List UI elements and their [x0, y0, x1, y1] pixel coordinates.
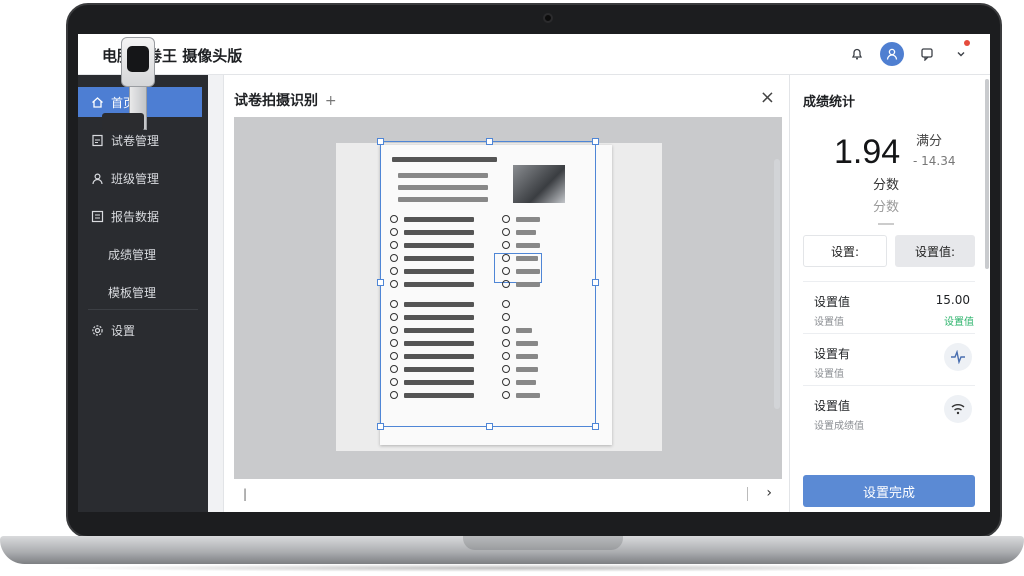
viewer-scrollbar[interactable]: [774, 159, 780, 409]
sidebar-item-label: 报告数据: [111, 209, 160, 224]
list-item-title: 设置有: [814, 347, 851, 361]
score-full-label: 满分: [916, 134, 943, 149]
top-bar: 电脑阅卷王 摄像头版: [78, 34, 990, 75]
scan-panel: 试卷拍摄识别 + × | ›: [224, 75, 789, 512]
next-page-icon[interactable]: ›: [766, 485, 772, 501]
crop-handle[interactable]: [377, 423, 384, 430]
list-divider: [803, 281, 975, 282]
page-indicator: |: [243, 487, 248, 501]
sidebar-item-label: 模板管理: [108, 285, 157, 300]
laptop-shadow: [40, 564, 984, 572]
page-separator: [747, 487, 748, 501]
list-item-subtitle: 设置成绩值: [814, 421, 864, 432]
gear-icon: [90, 323, 104, 337]
sidebar-item-settings[interactable]: 设置: [78, 315, 202, 345]
top-icons: [846, 42, 972, 66]
score-panel-title: 成绩统计: [803, 95, 856, 110]
add-icon[interactable]: +: [325, 93, 337, 109]
paper-header: [398, 197, 488, 202]
crop-handle[interactable]: [486, 138, 493, 145]
home-icon: [90, 95, 104, 109]
crop-handle[interactable]: [592, 138, 599, 145]
crop-handle[interactable]: [592, 423, 599, 430]
question-row: [390, 228, 536, 236]
question-row: [390, 241, 540, 249]
sidebar-item-label: 设置: [111, 323, 136, 338]
score-panel-scrollbar[interactable]: [985, 79, 989, 269]
sidebar-item-label: 班级管理: [111, 171, 160, 186]
question-row: [390, 391, 540, 399]
user-icon: [90, 171, 104, 185]
score-panel: 成绩统计 1.94 满分 - 14.34 分数 分数 设置: 设置值: 设置值 …: [789, 75, 990, 512]
sidebar-scroll-strip: [208, 75, 224, 512]
webcam: [543, 13, 553, 23]
laptop-scene: 电脑阅卷王 摄像头版 首页 试卷管理 班级管理 报告数据 成绩管理 模板管理 设…: [0, 0, 1024, 576]
paper-header: [398, 185, 488, 190]
list-divider: [803, 385, 975, 386]
question-row: [390, 267, 540, 275]
sidebar-item-scores[interactable]: 成绩管理: [78, 239, 202, 269]
list-divider: [803, 333, 975, 334]
sidebar-item-label: 试卷管理: [111, 133, 160, 148]
sidebar: 首页 试卷管理 班级管理 报告数据 成绩管理 模板管理 设置: [78, 75, 208, 512]
close-icon[interactable]: ×: [760, 87, 775, 108]
score-label: 分数: [873, 178, 900, 193]
question-row: [390, 339, 538, 347]
bell-icon[interactable]: [846, 43, 868, 65]
question-row: [390, 326, 532, 334]
settings-button[interactable]: 设置:: [803, 235, 887, 267]
camera-clip: [102, 113, 144, 131]
question-row: [390, 378, 536, 386]
user-avatar-icon[interactable]: [880, 42, 904, 66]
list-item-value: 15.00: [935, 293, 970, 307]
question-row: [390, 313, 510, 321]
list-item-title: 设置值: [814, 399, 851, 413]
list-item-subtitle: 设置值: [814, 369, 844, 380]
document-camera: [121, 37, 155, 87]
score-delta: - 14.34: [913, 154, 956, 168]
sidebar-item-templates[interactable]: 模板管理: [78, 277, 202, 307]
crop-handle[interactable]: [486, 423, 493, 430]
settings-value-button[interactable]: 设置值:: [895, 235, 975, 267]
question-row: [390, 352, 538, 360]
question-row: [390, 215, 540, 223]
question-row: [390, 300, 510, 308]
sidebar-divider: [88, 309, 198, 310]
paper-header: [392, 157, 497, 162]
score-label-secondary: 分数: [873, 200, 900, 215]
screen: 电脑阅卷王 摄像头版 首页 试卷管理 班级管理 报告数据 成绩管理 模板管理 设…: [78, 34, 990, 512]
notification-icon[interactable]: [916, 43, 938, 65]
sidebar-item-reports[interactable]: 报告数据: [78, 201, 202, 231]
list-item-title: 设置值: [814, 295, 851, 309]
scan-panel-title-text: 试卷拍摄识别: [234, 93, 318, 109]
finish-button[interactable]: 设置完成: [803, 475, 975, 507]
laptop-notch: [463, 536, 623, 550]
notification-dot: [964, 40, 970, 46]
list-item-status: 设置值: [944, 317, 974, 328]
exam-paper-image: [377, 138, 612, 445]
page-bar: | ›: [234, 483, 782, 509]
paper-photo: [513, 165, 565, 203]
list-item-subtitle: 设置值: [814, 317, 844, 328]
list-icon: [90, 209, 104, 223]
chevron-down-icon[interactable]: [950, 43, 972, 65]
sidebar-item-classes[interactable]: 班级管理: [78, 163, 202, 193]
camera-lens: [127, 46, 149, 72]
crop-handle[interactable]: [377, 138, 384, 145]
question-row: [390, 365, 538, 373]
sidebar-item-label: 成绩管理: [108, 247, 157, 262]
divider: [878, 223, 894, 225]
pulse-icon[interactable]: [944, 343, 972, 371]
score-value: 1.94: [834, 133, 901, 171]
question-row: [390, 254, 538, 262]
scan-panel-title: 试卷拍摄识别 +: [234, 90, 337, 110]
paper-header: [398, 173, 488, 178]
wifi-icon[interactable]: [944, 395, 972, 423]
crop-handle[interactable]: [377, 279, 384, 286]
crop-handle[interactable]: [592, 279, 599, 286]
document-edit-icon: [90, 133, 104, 147]
question-row: [390, 280, 540, 288]
